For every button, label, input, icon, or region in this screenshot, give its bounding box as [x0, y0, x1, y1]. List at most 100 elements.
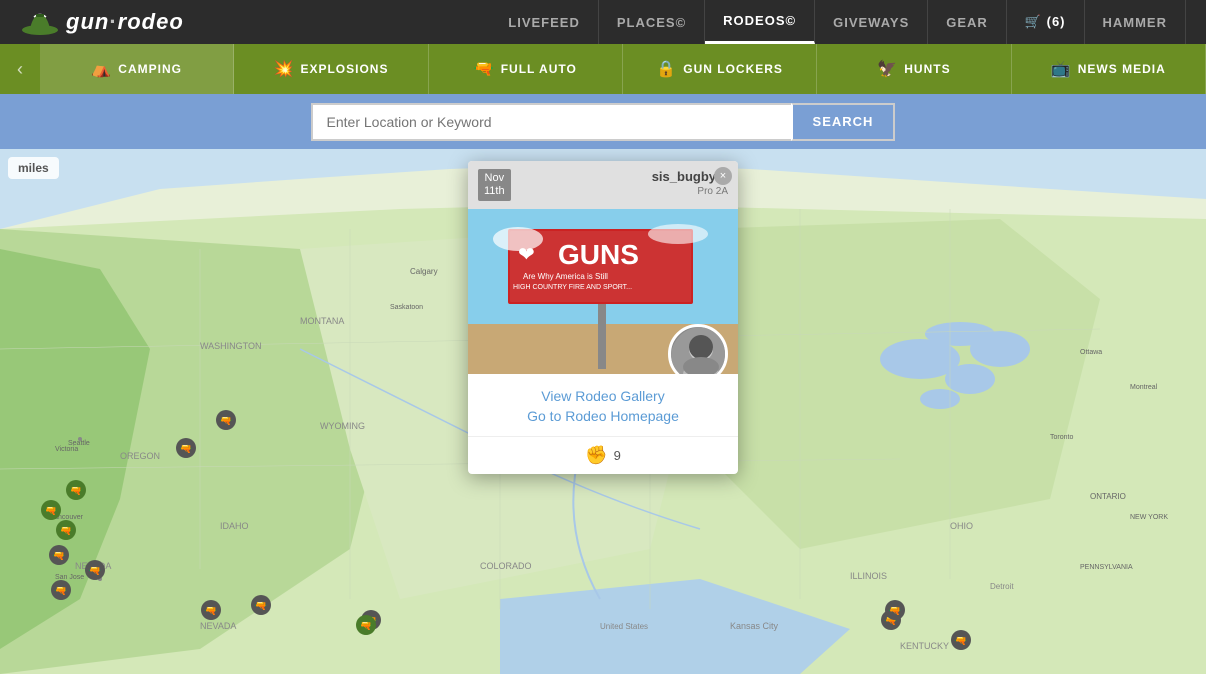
nav-hammer[interactable]: HAMMER — [1085, 0, 1187, 44]
category-gun-lockers[interactable]: 🔒 GUN LOCKERS — [623, 44, 817, 94]
svg-text:OREGON: OREGON — [120, 451, 160, 461]
map-pin[interactable]: 🔫 — [884, 599, 906, 626]
svg-text:GUNS: GUNS — [558, 239, 639, 270]
svg-text:Ottawa: Ottawa — [1080, 349, 1102, 356]
map-pin[interactable]: 🔫 — [200, 599, 222, 626]
svg-text:🔫: 🔫 — [55, 586, 67, 597]
explosions-icon: 💥 — [274, 59, 295, 79]
category-hunts[interactable]: 🦅 HUNTS — [817, 44, 1011, 94]
like-icon[interactable]: ✊ — [585, 445, 607, 466]
svg-text:🔫: 🔫 — [45, 506, 57, 517]
search-button[interactable]: SEARCH — [791, 103, 896, 141]
map-pin[interactable]: 🔫 — [50, 579, 72, 606]
svg-text:Victoria: Victoria — [55, 446, 78, 453]
popup-avatar — [668, 324, 728, 374]
category-camping[interactable]: ⛺ CAMPING — [40, 44, 234, 94]
svg-text:🔫: 🔫 — [60, 526, 72, 537]
logo-rodeo: rodeo — [118, 9, 184, 34]
svg-text:COLORADO: COLORADO — [480, 561, 532, 571]
full-auto-icon: 🔫 — [474, 59, 495, 79]
svg-text:🔫: 🔫 — [360, 621, 372, 632]
camping-icon: ⛺ — [91, 59, 112, 79]
popup-card: × Nov 11th sis_bugby Pro 2A — [468, 161, 738, 474]
news-media-icon: 📺 — [1051, 59, 1072, 79]
svg-text:🔫: 🔫 — [180, 444, 192, 455]
category-items: ⛺ CAMPING 💥 EXPLOSIONS 🔫 FULL AUTO 🔒 GUN… — [40, 44, 1206, 94]
svg-text:Montreal: Montreal — [1130, 384, 1158, 391]
svg-text:NEW YORK: NEW YORK — [1130, 514, 1168, 521]
svg-text:Toronto: Toronto — [1050, 434, 1073, 441]
map-pin[interactable]: 🔫 — [950, 629, 972, 656]
map-pin[interactable]: 🔫 — [175, 437, 197, 464]
popup-body: View Rodeo Gallery Go to Rodeo Homepage — [468, 374, 738, 436]
category-camping-label: CAMPING — [118, 62, 182, 76]
svg-text:IDAHO: IDAHO — [220, 521, 249, 531]
logo-text: gun·rodeo — [66, 9, 184, 35]
hunts-icon: 🦅 — [877, 59, 898, 79]
category-gun-lockers-label: GUN LOCKERS — [683, 62, 783, 76]
popup-date: Nov 11th — [478, 169, 511, 201]
svg-text:Kansas City: Kansas City — [730, 621, 779, 631]
map-pin[interactable]: 🔫 — [355, 614, 377, 641]
nav-giveways[interactable]: GIVEWAYS — [815, 0, 928, 44]
popup-image: GUNS ❤ Are Why America is Still HIGH COU… — [468, 209, 738, 374]
svg-text:KENTUCKY: KENTUCKY — [900, 641, 949, 651]
svg-text:OHIO: OHIO — [950, 521, 973, 531]
category-news-media-label: NEWS MEDIA — [1078, 62, 1166, 76]
logo-gun: gun — [66, 9, 109, 34]
top-navigation: gun·rodeo LIVEFEED PLACES© RODEOS© GIVEW… — [0, 0, 1206, 44]
svg-text:PENNSYLVANIA: PENNSYLVANIA — [1080, 564, 1133, 571]
map-pin[interactable]: 🔫 — [65, 479, 87, 506]
like-count: 9 — [614, 448, 621, 463]
nav-places[interactable]: PLACES© — [599, 0, 705, 44]
gun-lockers-icon: 🔒 — [656, 59, 677, 79]
category-full-auto[interactable]: 🔫 FULL AUTO — [429, 44, 623, 94]
popup-header: Nov 11th sis_bugby Pro 2A — [468, 161, 738, 209]
category-full-auto-label: FULL AUTO — [501, 62, 577, 76]
map-pin[interactable]: 🔫 — [48, 544, 70, 571]
search-bar: SEARCH — [0, 94, 1206, 149]
view-gallery-link[interactable]: View Rodeo Gallery — [478, 388, 728, 404]
popup-footer: ✊ 9 — [468, 436, 738, 474]
map-pin[interactable]: 🔫 — [55, 519, 77, 546]
svg-text:🔫: 🔫 — [255, 601, 267, 612]
go-homepage-link[interactable]: Go to Rodeo Homepage — [478, 408, 728, 424]
svg-text:Detroit: Detroit — [990, 582, 1014, 591]
svg-text:WASHINGTON: WASHINGTON — [200, 341, 262, 351]
map-pin[interactable]: 🔫 — [250, 594, 272, 621]
category-explosions-label: EXPLOSIONS — [300, 62, 388, 76]
svg-text:🔫: 🔫 — [70, 486, 82, 497]
svg-text:United States: United States — [600, 622, 648, 631]
category-prev-arrow[interactable]: ‹ — [0, 44, 40, 94]
svg-text:WYOMING: WYOMING — [320, 421, 365, 431]
map-container[interactable]: OREGON IDAHO NEVADA WYOMING WASHINGTON M… — [0, 149, 1206, 674]
logo[interactable]: gun·rodeo — [20, 2, 184, 42]
nav-cart[interactable]: 🛒 (6) — [1007, 0, 1085, 44]
miles-badge: miles — [8, 157, 59, 179]
svg-text:Saskatoon: Saskatoon — [390, 304, 423, 311]
svg-text:Calgary: Calgary — [410, 267, 438, 276]
popup-date-day: 11th — [484, 185, 505, 198]
map-pin[interactable]: 🔫 — [215, 409, 237, 436]
logo-icon — [20, 2, 60, 42]
nav-livefeed[interactable]: LIVEFEED — [490, 0, 599, 44]
svg-text:🔫: 🔫 — [53, 551, 65, 562]
svg-text:🔫: 🔫 — [205, 606, 217, 617]
category-news-media[interactable]: 📺 NEWS MEDIA — [1012, 44, 1206, 94]
search-input[interactable] — [311, 103, 791, 141]
svg-text:🔫: 🔫 — [889, 606, 901, 617]
username-text: sis_bugby — [652, 169, 716, 184]
nav-gear[interactable]: GEAR — [928, 0, 1007, 44]
nav-rodeos[interactable]: RODEOS© — [705, 0, 815, 44]
popup-badge: Pro 2A — [652, 186, 728, 197]
map-pin[interactable]: 🔫 — [84, 559, 106, 586]
svg-text:MONTANA: MONTANA — [300, 316, 344, 326]
svg-text:ILLINOIS: ILLINOIS — [850, 571, 887, 581]
category-hunts-label: HUNTS — [904, 62, 950, 76]
svg-text:🔫: 🔫 — [89, 566, 101, 577]
popup-date-month: Nov — [484, 172, 505, 185]
category-explosions[interactable]: 💥 EXPLOSIONS — [234, 44, 428, 94]
popup-close-button[interactable]: × — [714, 167, 732, 185]
category-bar: ‹ ⛺ CAMPING 💥 EXPLOSIONS 🔫 FULL AUTO 🔒 G… — [0, 44, 1206, 94]
main-nav: LIVEFEED PLACES© RODEOS© GIVEWAYS GEAR 🛒… — [490, 0, 1186, 44]
